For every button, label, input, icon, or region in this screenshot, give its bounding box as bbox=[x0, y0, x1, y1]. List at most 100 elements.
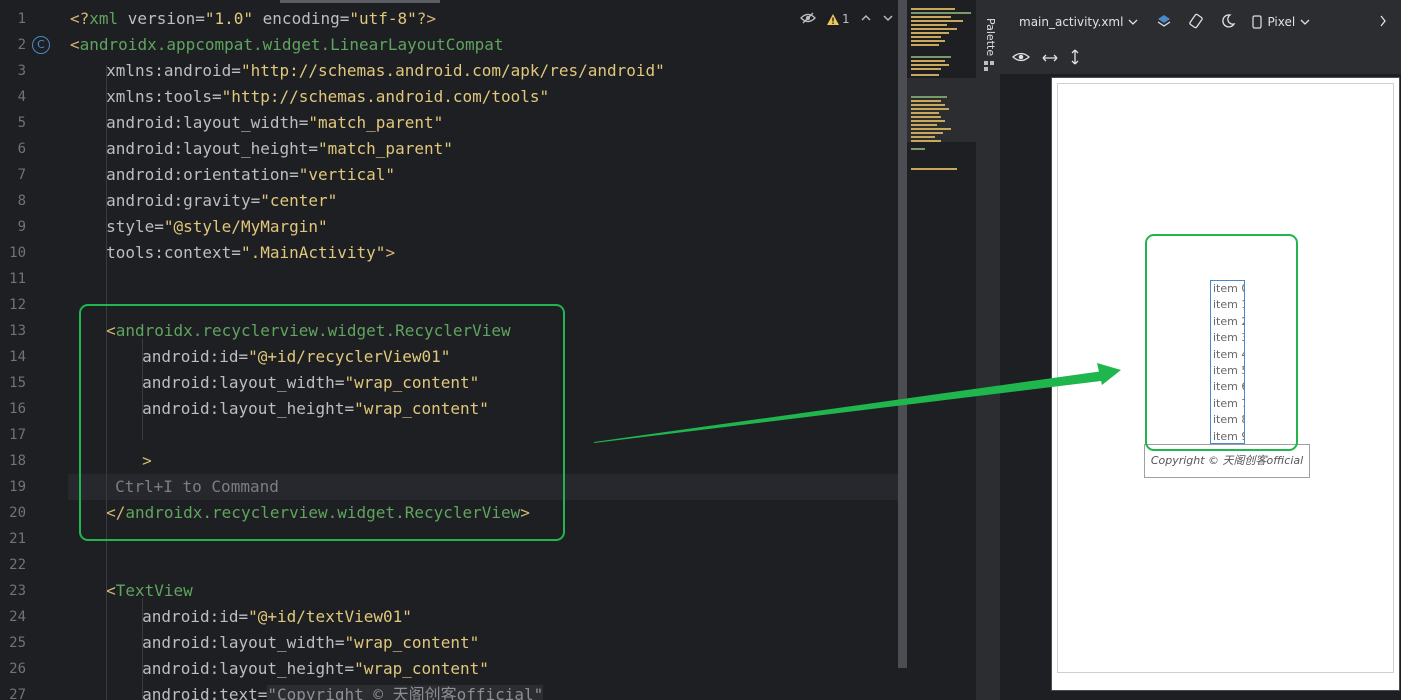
annotation-box-recyclerview-code bbox=[79, 304, 565, 541]
code-line[interactable]: android:layout_height="wrap_content" bbox=[142, 656, 489, 682]
code-token: "@+id/textView01" bbox=[248, 607, 412, 626]
minimap-line bbox=[911, 96, 947, 98]
minimap-line bbox=[911, 132, 943, 134]
vertical-resize-icon[interactable] bbox=[1070, 49, 1080, 69]
minimap-line bbox=[911, 20, 963, 22]
palette-label[interactable]: Palette bbox=[984, 18, 997, 56]
code-line[interactable]: <?xml version="1.0" encoding="utf-8"?> bbox=[70, 6, 436, 32]
minimap-line bbox=[911, 28, 957, 30]
horizontal-resize-icon[interactable] bbox=[1042, 52, 1058, 67]
warning-icon[interactable]: 1 bbox=[826, 12, 850, 26]
code-token: "@style/MyMargin" bbox=[163, 217, 328, 236]
layers-icon[interactable] bbox=[1156, 13, 1172, 32]
code-token: "wrap_content" bbox=[354, 659, 489, 678]
line-number-gutter[interactable]: 1 2 3 4 5 6 7 8 9 10 11 12 13 14 15 16 17 18 19 20 21 22 23 24 2… bbox=[0, 0, 68, 700]
line-number[interactable]: 11 bbox=[0, 266, 26, 292]
code-token: "1.0" bbox=[204, 9, 254, 28]
line-number[interactable]: 17 bbox=[0, 422, 26, 448]
code-token: <? bbox=[70, 9, 90, 28]
code-token: "Copyright © 天阁创客official" bbox=[267, 685, 544, 700]
design-secondary-toolbar bbox=[1000, 44, 1401, 74]
line-number[interactable]: 12 bbox=[0, 292, 26, 318]
code-line[interactable]: android:gravity="center" bbox=[106, 188, 337, 214]
device-name: Pixel bbox=[1267, 15, 1296, 29]
line-number[interactable]: 16 bbox=[0, 396, 26, 422]
minimap-line bbox=[911, 104, 945, 106]
code-token: < bbox=[70, 35, 80, 54]
code-token: "match_parent" bbox=[318, 139, 453, 158]
code-token: android:gravity= bbox=[106, 191, 261, 210]
line-number[interactable]: 9 bbox=[0, 214, 26, 240]
code-line[interactable]: android:text="Copyright © 天阁创客official" bbox=[142, 682, 544, 700]
device-selector[interactable]: Pixel bbox=[1252, 15, 1310, 29]
minimap-line bbox=[911, 140, 941, 142]
line-number[interactable]: 13 bbox=[0, 318, 26, 344]
orientation-icon[interactable] bbox=[1188, 13, 1204, 32]
line-number[interactable]: 26 bbox=[0, 656, 26, 682]
minimap-line bbox=[911, 112, 939, 114]
line-number[interactable]: 20 bbox=[0, 500, 26, 526]
code-line[interactable]: <androidx.appcompat.widget.LinearLayoutC… bbox=[70, 32, 503, 58]
line-number[interactable]: 5 bbox=[0, 110, 26, 136]
line-number[interactable]: 22 bbox=[0, 552, 26, 578]
minimap-line bbox=[911, 8, 955, 10]
palette-tool-strip[interactable]: Palette bbox=[978, 0, 1000, 700]
line-number[interactable]: 23 bbox=[0, 578, 26, 604]
chevron-down-icon bbox=[1128, 19, 1138, 25]
code-token: xml bbox=[89, 9, 128, 28]
code-line[interactable]: android:layout_width="wrap_content" bbox=[142, 630, 479, 656]
code-editor[interactable]: 1 2 3 4 5 6 7 8 9 10 11 12 13 14 15 16 17 18 19 20 21 22 23 24 2… bbox=[0, 0, 978, 700]
code-line[interactable]: android:orientation="vertical" bbox=[106, 162, 395, 188]
code-line[interactable]: style="@style/MyMargin" bbox=[106, 214, 328, 240]
night-mode-icon[interactable] bbox=[1220, 13, 1236, 32]
line-number[interactable]: 19 bbox=[0, 474, 26, 500]
minimap-line bbox=[911, 60, 945, 62]
line-number[interactable]: 25 bbox=[0, 630, 26, 656]
line-number[interactable]: 3 bbox=[0, 58, 26, 84]
code-line[interactable]: android:layout_height="match_parent" bbox=[106, 136, 453, 162]
code-token: "vertical" bbox=[298, 165, 396, 184]
code-line[interactable]: xmlns:android="http://schemas.android.co… bbox=[106, 58, 665, 84]
line-number[interactable]: 21 bbox=[0, 526, 26, 552]
line-number[interactable]: 6 bbox=[0, 136, 26, 162]
chevron-up-icon[interactable] bbox=[860, 12, 872, 26]
file-selector[interactable]: main_activity.xml bbox=[1019, 15, 1138, 29]
code-token: tools:context= bbox=[106, 243, 241, 262]
line-number[interactable]: 14 bbox=[0, 344, 26, 370]
code-token: ".MainActivity" bbox=[240, 243, 386, 262]
code-line[interactable]: xmlns:tools="http://schemas.android.com/… bbox=[106, 84, 549, 110]
code-line[interactable]: tools:context=".MainActivity"> bbox=[106, 240, 395, 266]
code-line[interactable]: android:layout_width="match_parent" bbox=[106, 110, 443, 136]
line-number[interactable]: 10 bbox=[0, 240, 26, 266]
code-token: encoding= bbox=[253, 9, 350, 28]
file-name: main_activity.xml bbox=[1019, 15, 1124, 29]
design-toolbar: main_activity.xml Pixel bbox=[1000, 0, 1401, 44]
line-number[interactable]: 27 bbox=[0, 682, 26, 700]
line-number[interactable]: 7 bbox=[0, 162, 26, 188]
chevron-down-icon bbox=[1300, 19, 1310, 25]
code-line[interactable]: android:id="@+id/textView01" bbox=[142, 604, 412, 630]
minimap-line bbox=[911, 36, 941, 38]
code-token: style= bbox=[106, 217, 164, 236]
eye-icon[interactable] bbox=[1012, 50, 1030, 68]
line-number[interactable]: 1 bbox=[0, 6, 26, 32]
minimap-line bbox=[911, 136, 935, 138]
line-number[interactable]: 24 bbox=[0, 604, 26, 630]
line-number[interactable]: 15 bbox=[0, 370, 26, 396]
minimap-line bbox=[911, 120, 945, 122]
code-line[interactable]: <TextView bbox=[106, 578, 193, 604]
minimap-line bbox=[911, 168, 957, 170]
chevron-down-icon[interactable] bbox=[882, 12, 894, 26]
class-marker-icon[interactable]: C bbox=[32, 36, 50, 54]
inspection-widget[interactable]: 1 bbox=[800, 10, 894, 28]
line-number[interactable]: 18 bbox=[0, 448, 26, 474]
palette-icon[interactable] bbox=[983, 60, 995, 72]
line-number[interactable]: 2 bbox=[0, 32, 26, 58]
line-number[interactable]: 8 bbox=[0, 188, 26, 214]
annotation-box-recyclerview-preview bbox=[1145, 234, 1298, 451]
hidden-eye-icon[interactable] bbox=[800, 11, 816, 28]
line-number[interactable]: 4 bbox=[0, 84, 26, 110]
vertical-scrollbar[interactable] bbox=[898, 0, 907, 668]
chevron-right-icon[interactable] bbox=[1379, 15, 1387, 30]
code-minimap[interactable] bbox=[907, 0, 977, 175]
